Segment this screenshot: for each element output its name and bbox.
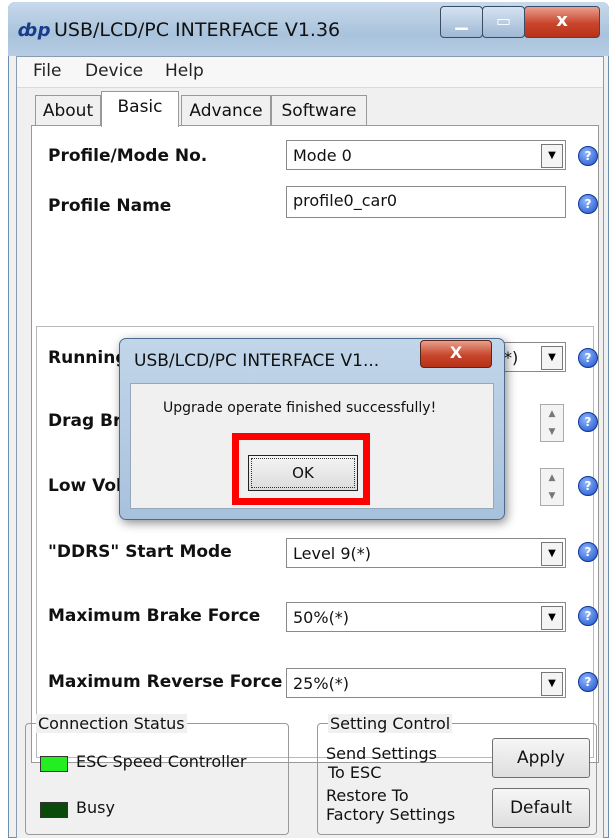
restore-line2: Factory Settings — [326, 805, 456, 824]
max-brake-force-label: Maximum Brake Force — [48, 606, 261, 626]
help-icon[interactable]: ? — [578, 412, 598, 432]
app-logo-icon: ȸp — [18, 20, 51, 41]
title-bar[interactable]: ȸp USB/LCD/PC INTERFACE V1.36 ▁ ▭ x — [8, 2, 609, 56]
chevron-down-icon[interactable]: ▼ — [541, 144, 563, 168]
menu-device[interactable]: Device — [85, 61, 143, 81]
busy-status-led — [40, 802, 68, 818]
help-icon[interactable]: ? — [578, 194, 598, 214]
dialog-close-button[interactable]: X — [420, 340, 492, 368]
help-icon[interactable]: ? — [578, 476, 598, 496]
tab-advance[interactable]: Advance — [181, 95, 271, 126]
connection-status-title: Connection Status — [36, 714, 187, 733]
send-settings-line2: To ESC — [328, 763, 382, 782]
window-title: USB/LCD/PC INTERFACE V1.36 — [54, 19, 341, 41]
help-icon[interactable]: ? — [578, 348, 598, 368]
esc-status-led — [40, 756, 68, 772]
drag-brake-spinner[interactable]: ▲ ▼ — [540, 404, 564, 442]
restore-line1: Restore To — [326, 786, 409, 805]
send-settings-line1: Send Settings — [326, 744, 438, 763]
spin-up-icon[interactable]: ▲ — [541, 469, 563, 487]
max-reverse-force-label: Maximum Reverse Force — [48, 672, 283, 692]
tab-about[interactable]: About — [35, 95, 101, 126]
tab-software[interactable]: Software — [271, 95, 367, 126]
help-icon[interactable]: ? — [578, 542, 598, 562]
max-reverse-force-value: 25%(*) — [293, 674, 350, 693]
setting-control-group: Setting Control Send Settings To ESC Res… — [317, 714, 597, 835]
esc-status-label: ESC Speed Controller — [76, 752, 247, 771]
chevron-down-icon[interactable]: ▼ — [541, 542, 563, 566]
spin-down-icon[interactable]: ▼ — [541, 487, 563, 505]
help-icon[interactable]: ? — [578, 606, 598, 626]
profile-mode-label: Profile/Mode No. — [48, 146, 208, 166]
spin-up-icon[interactable]: ▲ — [541, 405, 563, 423]
max-reverse-force-select[interactable]: 25%(*) ▼ — [286, 668, 566, 698]
running-mode-value: *) — [504, 348, 519, 367]
ddrs-start-mode-value: Level 9(*) — [293, 544, 371, 563]
profile-mode-select[interactable]: Mode 0 ▼ — [286, 140, 566, 170]
ok-button[interactable]: OK — [248, 455, 358, 491]
default-button[interactable]: Default — [492, 788, 590, 828]
send-settings-label: Send Settings To ESC — [326, 744, 437, 782]
close-button[interactable]: x — [524, 6, 600, 38]
ddrs-start-mode-select[interactable]: Level 9(*) ▼ — [286, 538, 566, 568]
menu-help[interactable]: Help — [165, 61, 204, 81]
help-icon[interactable]: ? — [578, 146, 598, 166]
menu-bar: File Device Help — [17, 57, 603, 88]
max-brake-force-select[interactable]: 50%(*) ▼ — [286, 602, 566, 632]
low-voltage-label: Low Vol — [48, 476, 122, 496]
apply-button[interactable]: Apply — [492, 738, 590, 778]
chevron-down-icon[interactable]: ▼ — [541, 346, 563, 370]
profile-name-input[interactable]: profile0_car0 — [286, 186, 566, 218]
ddrs-start-mode-label: "DDRS" Start Mode — [48, 542, 232, 562]
help-icon[interactable]: ? — [578, 672, 598, 692]
profile-name-label: Profile Name — [48, 196, 172, 216]
connection-status-group: Connection Status ESC Speed Controller B… — [25, 714, 289, 835]
running-mode-label: Running — [48, 348, 128, 368]
low-voltage-spinner[interactable]: ▲ ▼ — [540, 468, 564, 506]
setting-control-title: Setting Control — [328, 714, 453, 733]
profile-mode-value: Mode 0 — [293, 146, 352, 165]
minimize-button[interactable]: ▁ — [440, 6, 483, 38]
max-brake-force-value: 50%(*) — [293, 608, 350, 627]
chevron-down-icon[interactable]: ▼ — [541, 606, 563, 630]
busy-status-label: Busy — [76, 798, 115, 817]
maximize-button[interactable]: ▭ — [482, 6, 525, 38]
dialog-message: Upgrade operate finished successfully! — [163, 400, 437, 416]
tab-basic[interactable]: Basic — [101, 91, 179, 127]
dialog-title: USB/LCD/PC INTERFACE V1... — [134, 351, 380, 371]
restore-label: Restore To Factory Settings — [326, 786, 455, 824]
chevron-down-icon[interactable]: ▼ — [541, 672, 563, 696]
running-mode-select[interactable]: *) ▼ — [498, 342, 566, 372]
spin-down-icon[interactable]: ▼ — [541, 423, 563, 441]
menu-file[interactable]: File — [33, 61, 61, 81]
